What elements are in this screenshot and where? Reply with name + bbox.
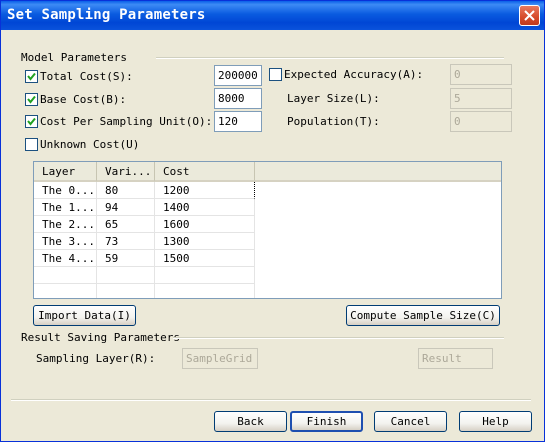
checkmark-icon xyxy=(27,117,36,126)
table-cell[interactable]: The 0... xyxy=(34,182,97,199)
base-cost-label: Base Cost(B): xyxy=(40,93,127,106)
checkmark-icon xyxy=(27,72,36,81)
checkmark-icon xyxy=(27,95,36,104)
back-button[interactable]: Back xyxy=(214,411,287,432)
base-cost-checkbox[interactable] xyxy=(25,93,38,106)
table-cell[interactable]: 1500 xyxy=(155,250,255,267)
sampling-layer-field[interactable]: SampleGrid xyxy=(182,348,258,369)
table-cell-empty xyxy=(155,284,255,298)
table-cell-empty xyxy=(97,284,155,298)
total-cost-label: Total Cost(S): xyxy=(40,70,133,83)
layer-size-field[interactable]: 5 xyxy=(450,88,512,109)
unknown-cost-checkbox[interactable] xyxy=(25,138,38,151)
expected-accuracy-checkbox[interactable] xyxy=(269,68,282,81)
table-cell[interactable]: The 4... xyxy=(34,250,97,267)
column-header-filler xyxy=(255,162,501,182)
compute-sample-size-button[interactable]: Compute Sample Size(C) xyxy=(346,305,500,326)
expected-accuracy-field[interactable]: 0 xyxy=(450,64,512,85)
table-cell-empty xyxy=(34,267,97,284)
table-cell[interactable]: The 3... xyxy=(34,233,97,250)
expected-accuracy-label: Expected Accuracy(A): xyxy=(284,68,424,81)
column-header-layer[interactable]: Layer xyxy=(34,162,97,182)
table-cell[interactable]: 1600 xyxy=(155,216,255,233)
result-field[interactable]: Result xyxy=(418,348,493,369)
window-title: Set Sampling Parameters xyxy=(7,7,206,23)
total-cost-checkbox[interactable] xyxy=(25,70,38,83)
cost-per-unit-checkbox[interactable] xyxy=(25,115,38,128)
column-header-cost[interactable]: Cost xyxy=(155,162,255,182)
layer-table[interactable]: Layer Vari... Cost The 0... 80 1200 The … xyxy=(33,161,502,299)
cancel-button[interactable]: Cancel xyxy=(374,411,447,432)
table-cell-empty xyxy=(34,284,97,298)
close-icon xyxy=(524,10,535,21)
close-button[interactable] xyxy=(519,5,540,26)
group-divider xyxy=(156,57,504,59)
table-cell[interactable]: 94 xyxy=(97,199,155,216)
model-parameters-heading: Model Parameters xyxy=(21,51,127,64)
help-button[interactable]: Help xyxy=(459,411,532,432)
table-cell[interactable]: 1400 xyxy=(155,199,255,216)
sampling-layer-label: Sampling Layer(R): xyxy=(36,352,156,365)
cost-per-unit-field[interactable]: 120 xyxy=(214,111,262,132)
table-cell-empty xyxy=(97,267,155,284)
table-cell[interactable]: 59 xyxy=(97,250,155,267)
table-cell[interactable]: The 1... xyxy=(34,199,97,216)
table-cell[interactable]: The 2... xyxy=(34,216,97,233)
population-label: Population(T): xyxy=(287,115,380,128)
table-cell[interactable]: 80 xyxy=(97,182,155,199)
table-cell[interactable]: 65 xyxy=(97,216,155,233)
table-cell-empty xyxy=(155,267,255,284)
import-data-button[interactable]: Import Data(I) xyxy=(33,305,136,326)
population-field[interactable]: 0 xyxy=(450,111,512,132)
footer-divider xyxy=(11,399,531,401)
title-bar[interactable]: Set Sampling Parameters xyxy=(1,1,544,30)
column-header-variance[interactable]: Vari... xyxy=(97,162,155,182)
table-cell[interactable]: 1200 xyxy=(155,182,255,199)
finish-button[interactable]: Finish xyxy=(290,411,363,432)
table-cell[interactable]: 73 xyxy=(97,233,155,250)
dialog-window: Set Sampling Parameters Model Parameters… xyxy=(0,0,545,442)
layer-size-label: Layer Size(L): xyxy=(287,92,380,105)
base-cost-field[interactable]: 8000 xyxy=(214,88,262,109)
result-saving-heading: Result Saving Parameters xyxy=(21,331,180,344)
total-cost-field[interactable]: 200000 xyxy=(214,65,262,86)
table-cell[interactable]: 1300 xyxy=(155,233,255,250)
group-divider xyxy=(173,337,504,339)
cost-per-unit-label: Cost Per Sampling Unit(O): xyxy=(40,115,213,128)
unknown-cost-label: Unknown Cost(U) xyxy=(40,138,140,151)
